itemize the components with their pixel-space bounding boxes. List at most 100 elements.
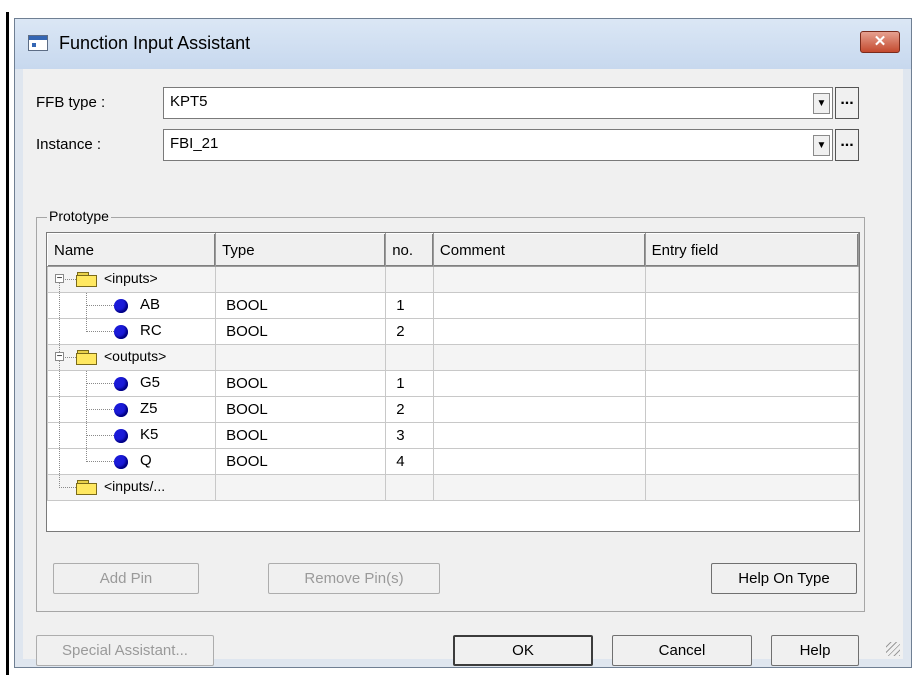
tree-connector: [59, 487, 76, 488]
title-bar[interactable]: Function Input Assistant ✕: [15, 19, 911, 69]
cell-no: [385, 474, 434, 501]
tree-node[interactable]: Q: [49, 449, 215, 474]
cell-entry-field[interactable]: [644, 396, 860, 423]
table-row[interactable]: AB BOOL 1: [46, 292, 860, 319]
cell-name[interactable]: AB: [46, 292, 217, 319]
resize-grip-icon[interactable]: [886, 642, 900, 656]
cell-no: [385, 266, 434, 293]
column-header-no[interactable]: no.: [385, 233, 434, 267]
add-pin-button[interactable]: Add Pin: [53, 563, 199, 594]
cell-comment: [432, 370, 646, 397]
tree-connector: [86, 331, 114, 332]
cell-name[interactable]: K5: [46, 422, 217, 449]
tree-node[interactable]: Z5: [49, 397, 215, 422]
column-header-type[interactable]: Type: [215, 233, 387, 267]
cell-type: BOOL: [215, 318, 387, 345]
folder-label: <inputs/...: [104, 478, 166, 494]
prototype-grid[interactable]: Name Type no. Comment Entry field − <inpu…: [46, 232, 860, 532]
cell-comment: [432, 266, 646, 293]
cell-no: 1: [385, 370, 434, 397]
tree-connector: [86, 383, 114, 384]
close-button[interactable]: ✕: [860, 31, 900, 53]
help-button[interactable]: Help: [771, 635, 859, 666]
table-row[interactable]: G5 BOOL 1: [46, 370, 860, 397]
chevron-down-icon[interactable]: ▼: [813, 135, 830, 156]
cell-entry-field[interactable]: [644, 422, 860, 449]
cell-no: [385, 344, 434, 371]
tree-node[interactable]: − <outputs>: [49, 345, 215, 370]
tree-node[interactable]: AB: [49, 293, 215, 318]
collapse-icon[interactable]: −: [55, 352, 64, 362]
cell-type: BOOL: [215, 292, 387, 319]
cell-name[interactable]: − <inputs>: [46, 266, 217, 293]
cell-entry-field[interactable]: [644, 266, 860, 293]
tree-node[interactable]: RC: [49, 319, 215, 344]
cell-comment: [432, 448, 646, 475]
tree-connector: [59, 371, 60, 396]
collapse-icon[interactable]: −: [55, 274, 64, 284]
cell-type: BOOL: [215, 396, 387, 423]
cell-name[interactable]: <inputs/...: [46, 474, 217, 501]
ok-button[interactable]: OK: [453, 635, 593, 666]
cell-name[interactable]: RC: [46, 318, 217, 345]
instance-combobox[interactable]: FBI_21 ▼: [163, 129, 833, 161]
tree-node[interactable]: − <inputs>: [49, 268, 215, 292]
table-row[interactable]: RC BOOL 2: [46, 318, 860, 345]
special-assistant-button[interactable]: Special Assistant...: [36, 635, 214, 666]
function-input-assistant-dialog: Function Input Assistant ✕ FFB type : KP…: [14, 18, 912, 668]
cell-comment: [432, 318, 646, 345]
chevron-down-icon[interactable]: ▼: [813, 93, 830, 114]
cell-type: BOOL: [215, 370, 387, 397]
dialog-client-area: FFB type : KPT5 ▼ ... Instance : FBI_21 …: [23, 69, 903, 666]
cell-name[interactable]: G5: [46, 370, 217, 397]
help-on-type-button[interactable]: Help On Type: [711, 563, 857, 594]
pin-dot-icon: [114, 403, 128, 417]
cell-entry-field[interactable]: [644, 344, 860, 371]
cell-comment: [432, 344, 646, 371]
cell-no: 3: [385, 422, 434, 449]
folder-icon: [76, 480, 98, 495]
table-row[interactable]: Z5 BOOL 2: [46, 396, 860, 423]
ffb-type-combobox[interactable]: KPT5 ▼: [163, 87, 833, 119]
folder-row[interactable]: <inputs/...: [46, 474, 860, 501]
folder-icon: [76, 350, 98, 365]
cell-type: BOOL: [215, 448, 387, 475]
cell-entry-field[interactable]: [644, 474, 860, 501]
tree-connector: [59, 293, 60, 318]
instance-browse-button[interactable]: ...: [835, 129, 859, 161]
tree-connector: [86, 461, 114, 462]
cancel-button[interactable]: Cancel: [612, 635, 752, 666]
cell-entry-field[interactable]: [644, 318, 860, 345]
pin-name: K5: [140, 426, 159, 443]
table-row[interactable]: K5 BOOL 3: [46, 422, 860, 449]
cell-no: 2: [385, 318, 434, 345]
cell-name[interactable]: Q: [46, 448, 217, 475]
tree-node[interactable]: <inputs/...: [49, 475, 215, 500]
folder-row[interactable]: − <outputs>: [46, 344, 860, 371]
tree-node[interactable]: G5: [49, 371, 215, 396]
cell-entry-field[interactable]: [644, 448, 860, 475]
column-header-comment[interactable]: Comment: [432, 233, 646, 267]
cell-entry-field[interactable]: [644, 292, 860, 319]
cell-entry-field[interactable]: [644, 370, 860, 397]
pin-name: RC: [140, 322, 162, 339]
cell-name[interactable]: Z5: [46, 396, 217, 423]
pin-dot-icon: [114, 299, 128, 313]
remove-pins-button[interactable]: Remove Pin(s): [268, 563, 440, 594]
ffb-type-value: KPT5: [170, 93, 208, 110]
pin-name: G5: [140, 374, 161, 391]
folder-label: <outputs>: [104, 348, 167, 364]
tree-connector: [86, 435, 114, 436]
ffb-type-browse-button[interactable]: ...: [835, 87, 859, 119]
folder-row[interactable]: − <inputs>: [46, 266, 860, 293]
cell-type: [215, 266, 387, 293]
background-strip: [0, 0, 918, 12]
cell-name[interactable]: − <outputs>: [46, 344, 217, 371]
column-header-entry-field[interactable]: Entry field: [644, 233, 860, 267]
column-header-name[interactable]: Name: [46, 233, 217, 267]
folder-label: <inputs>: [104, 270, 158, 286]
app-window-icon: [28, 35, 48, 51]
tree-node[interactable]: K5: [49, 423, 215, 448]
table-row[interactable]: Q BOOL 4: [46, 448, 860, 475]
cell-no: 4: [385, 448, 434, 475]
